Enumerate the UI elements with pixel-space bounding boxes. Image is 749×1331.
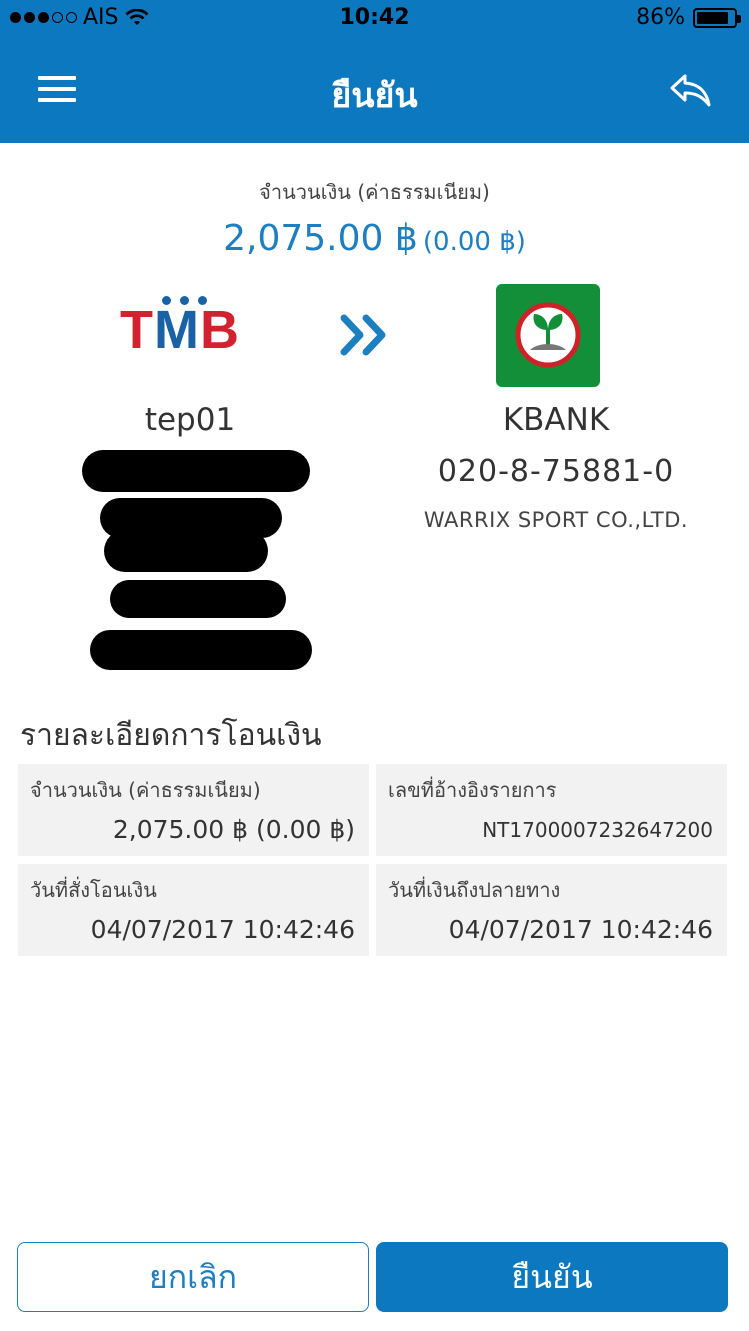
detail-label: จำนวนเงิน (ค่าธรรมเนียม) [30,778,261,802]
detail-value: 04/07/2017 10:42:46 [90,915,355,944]
kbank-logo [496,284,600,387]
detail-card-amount: จำนวนเงิน (ค่าธรรมเนียม) 2,075.00 ฿ (0.0… [18,764,369,856]
details-title: รายละเอียดการโอนเงิน [20,718,322,753]
amount-row: 2,075.00 ฿ (0.00 ฿) [0,218,749,259]
status-right: 86% [636,5,741,30]
detail-card-order-date: วันที่สั่งโอนเงิน 04/07/2017 10:42:46 [18,864,369,956]
to-account-owner: WARRIX SPORT CO.,LTD. [423,508,689,532]
cancel-button[interactable]: ยกเลิก [17,1242,369,1312]
page-title: ยืนยัน [331,76,418,116]
detail-value: NT1700007232647200 [482,818,713,842]
redaction-mark [110,580,286,618]
redaction-mark [104,530,268,572]
amount-value: 2,075.00 ฿ [223,218,418,259]
confirm-button[interactable]: ยืนยัน [376,1242,728,1312]
detail-card-arrival-date: วันที่เงินถึงปลายทาง 04/07/2017 10:42:46 [376,864,727,956]
amount-label: จำนวนเงิน (ค่าธรรมเนียม) [259,180,490,204]
detail-card-reference: เลขที่อ้างอิงรายการ NT1700007232647200 [376,764,727,856]
detail-value: 2,075.00 ฿ (0.00 ฿) [112,815,355,844]
from-account-name: tep01 [144,402,236,438]
reply-arrow-icon[interactable] [669,72,713,108]
redaction-mark [82,450,310,492]
status-bar: AIS 10:42 86% [0,0,749,38]
battery-icon [693,7,741,28]
detail-value: 04/07/2017 10:42:46 [448,915,713,944]
double-chevron-right-icon [340,314,386,356]
tmb-logo: TMB [120,296,244,360]
battery-percent: 86% [636,5,685,30]
to-account-number: 020-8-75881-0 [437,454,675,489]
screen: AIS 10:42 86% ยืนยัน จำนวนเงิน (ค่าธรรมเ… [0,0,749,1331]
to-bank-name: KBANK [502,402,610,438]
detail-label: เลขที่อ้างอิงรายการ [388,778,557,802]
detail-label: วันที่เงินถึงปลายทาง [388,878,561,902]
amount-fee: (0.00 ฿) [422,227,526,257]
tmb-logo-dots [162,296,207,305]
redaction-mark [90,630,312,670]
nav-bar: ยืนยัน [0,38,749,143]
detail-label: วันที่สั่งโอนเงิน [30,878,157,902]
